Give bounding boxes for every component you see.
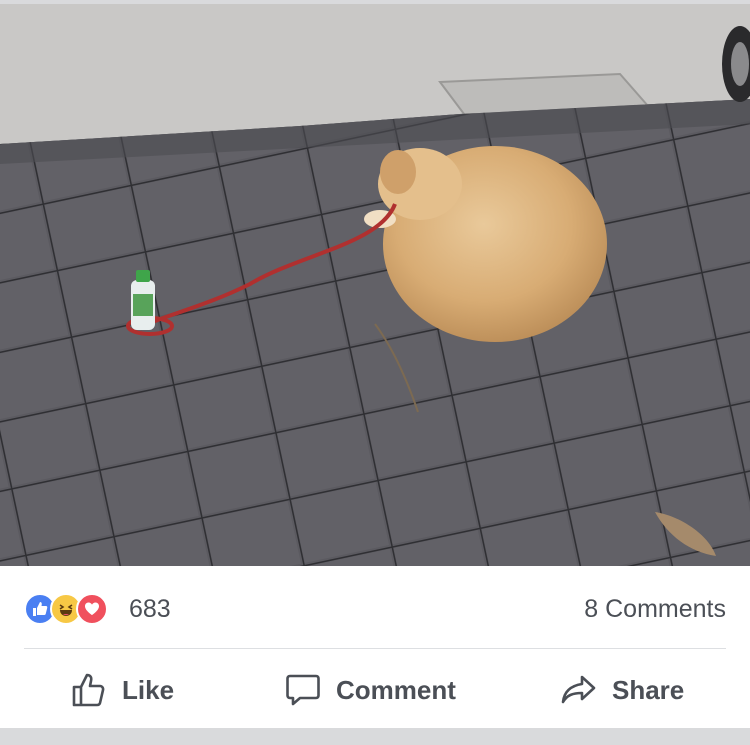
dog-photo-illustration xyxy=(0,4,750,566)
share-arrow-icon xyxy=(561,675,596,704)
reaction-summary[interactable] xyxy=(24,592,108,626)
comments-count-link[interactable]: 8 Comments xyxy=(584,593,726,625)
divider xyxy=(24,648,726,649)
comment-bubble-icon xyxy=(286,674,320,706)
love-reaction-icon xyxy=(76,593,108,625)
action-bar: Like Comment Share xyxy=(0,660,750,720)
reaction-count[interactable]: 683 xyxy=(129,593,171,625)
like-label: Like xyxy=(122,674,175,705)
comment-button[interactable]: Comment xyxy=(284,660,456,720)
like-button[interactable]: Like xyxy=(70,660,174,720)
share-label: Share xyxy=(612,674,685,705)
comment-label: Comment xyxy=(336,674,456,705)
post-photo[interactable] xyxy=(0,4,750,566)
bottom-separator xyxy=(0,728,750,745)
thumbs-up-icon xyxy=(72,673,105,707)
post-stats-bar: 683 8 Comments xyxy=(24,588,726,630)
share-button[interactable]: Share xyxy=(560,660,684,720)
